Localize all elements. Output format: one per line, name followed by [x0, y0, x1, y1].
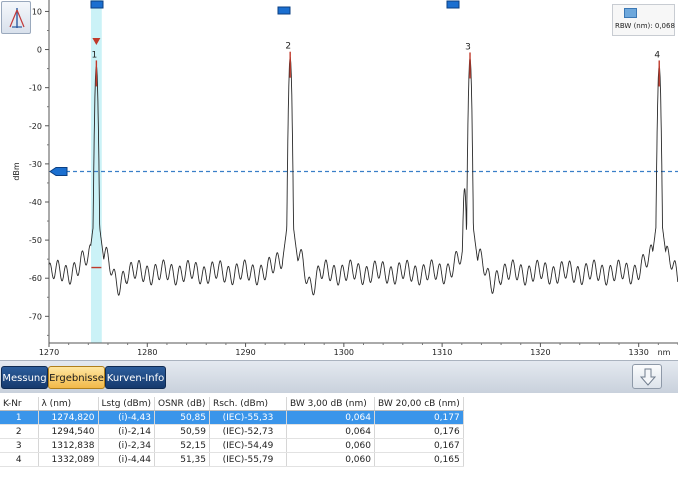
cell-wavelength: 1312,838: [38, 438, 99, 453]
cell-osnr: 51,35: [154, 452, 210, 467]
cell-bw3: 0,064: [286, 424, 375, 439]
cell-bw3: 0,060: [286, 438, 375, 453]
cell-osnr: 50,85: [154, 410, 210, 425]
y-tick-label: -10: [29, 84, 42, 93]
cell-osnr: 50,59: [154, 424, 210, 439]
rbw-swatch: [624, 8, 637, 18]
cell-bw3: 0,060: [286, 452, 375, 467]
cell-level: (i)-4,43: [98, 410, 155, 425]
threshold-handle: [49, 167, 68, 176]
channel-handle: [90, 0, 104, 9]
y-tick-label: 10: [32, 7, 42, 16]
tab-kurven-info[interactable]: Kurven-Info: [105, 366, 166, 389]
x-tick-label: 1280: [137, 348, 157, 357]
cell-wavelength: 1332,089: [38, 452, 99, 467]
x-tick-label: 1320: [530, 348, 550, 357]
peak-marker-tool-button[interactable]: [1, 1, 31, 34]
y-tick-label: 0: [37, 46, 42, 55]
cell-bw20: 0,167: [374, 438, 464, 453]
column-header[interactable]: Lstg (dBm): [98, 397, 155, 411]
cell-knr: 4: [0, 452, 39, 467]
channel-handle: [446, 0, 460, 9]
spectrum-plot[interactable]: 10 0 -10 -20 -30 -40 -50 -60 -70 1270 1280 1290 1300…: [0, 0, 678, 360]
scroll-down-button[interactable]: [632, 364, 662, 389]
peak-label: 4: [654, 50, 660, 60]
x-tick-label: 1310: [432, 348, 452, 357]
peak-label: 3: [465, 42, 471, 52]
column-header[interactable]: K-Nr: [0, 397, 39, 411]
cell-wavelength: 1274,820: [38, 410, 99, 425]
cell-bw20: 0,165: [374, 452, 464, 467]
table-row[interactable]: 3 1312,838 (i)-2,34 52,15 (IEC)-54,49 0,…: [0, 438, 464, 453]
cell-level: (i)-2,34: [98, 438, 155, 453]
results-table: K-Nr λ (nm) Lstg (dBm) OSNR (dB) Rsch. (…: [0, 397, 464, 467]
column-header[interactable]: λ (nm): [38, 397, 99, 411]
y-tick-label: -70: [29, 312, 42, 321]
cell-bw3: 0,064: [286, 410, 375, 425]
peak-label: 1: [92, 50, 98, 60]
cell-level: (i)-2,14: [98, 424, 155, 439]
table-row[interactable]: 1 1274,820 (i)-4,43 50,85 (IEC)-55,33 0,…: [0, 410, 464, 425]
cell-wavelength: 1294,540: [38, 424, 99, 439]
y-tick-label: -40: [29, 198, 42, 207]
cell-noise: (IEC)-55,79: [209, 452, 287, 467]
table-row[interactable]: 4 1332,089 (i)-4,44 51,35 (IEC)-55,79 0,…: [0, 452, 464, 467]
cell-knr: 2: [0, 424, 39, 439]
x-tick-label: 1300: [334, 348, 354, 357]
cell-knr: 3: [0, 438, 39, 453]
tab-ergebnisse[interactable]: Ergebnisse: [48, 366, 105, 389]
table-header-row: K-Nr λ (nm) Lstg (dBm) OSNR (dB) Rsch. (…: [0, 397, 464, 411]
table-row[interactable]: 2 1294,540 (i)-2,14 50,59 (IEC)-52,73 0,…: [0, 424, 464, 439]
cell-noise: (IEC)-55,33: [209, 410, 287, 425]
cell-osnr: 52,15: [154, 438, 210, 453]
column-header[interactable]: OSNR (dB): [154, 397, 210, 411]
peak-label: 2: [285, 42, 291, 52]
y-tick-label: -50: [29, 236, 42, 245]
y-tick-label: -20: [29, 122, 42, 131]
y-tick-label: -30: [29, 160, 42, 169]
x-axis-unit: nm: [658, 348, 671, 357]
column-header[interactable]: BW 20,00 cB (nm): [374, 397, 464, 411]
x-tick-label: 1290: [235, 348, 255, 357]
y-axis-label: dBm: [12, 162, 21, 181]
x-tick-label: 1270: [39, 348, 59, 357]
column-header[interactable]: Rsch. (dBm): [209, 397, 287, 411]
cell-bw20: 0,177: [374, 410, 464, 425]
cell-noise: (IEC)-54,49: [209, 438, 287, 453]
cell-knr: 1: [0, 410, 39, 425]
tab-messung[interactable]: Messung: [1, 366, 48, 389]
spectrum-trace: [48, 57, 678, 296]
cell-noise: (IEC)-52,73: [209, 424, 287, 439]
spectrum-chart[interactable]: 10 0 -10 -20 -30 -40 -50 -60 -70 1270 1280 1290 1300…: [0, 0, 678, 360]
cell-bw20: 0,176: [374, 424, 464, 439]
y-tick-label: -60: [29, 274, 42, 283]
peak-marker-icon: [9, 8, 25, 28]
column-header[interactable]: BW 3,00 dB (nm): [286, 397, 375, 411]
x-tick-label: 1330: [629, 348, 649, 357]
tab-bar: Messung Ergebnisse Kurven-Info: [0, 360, 678, 393]
rbw-legend: RBW (nm): 0,068: [612, 4, 675, 36]
cell-level: (i)-4,44: [98, 452, 155, 467]
rbw-label: RBW (nm): 0,068: [615, 22, 675, 30]
channel-handle: [277, 6, 291, 15]
arrow-down-icon: [640, 368, 656, 386]
